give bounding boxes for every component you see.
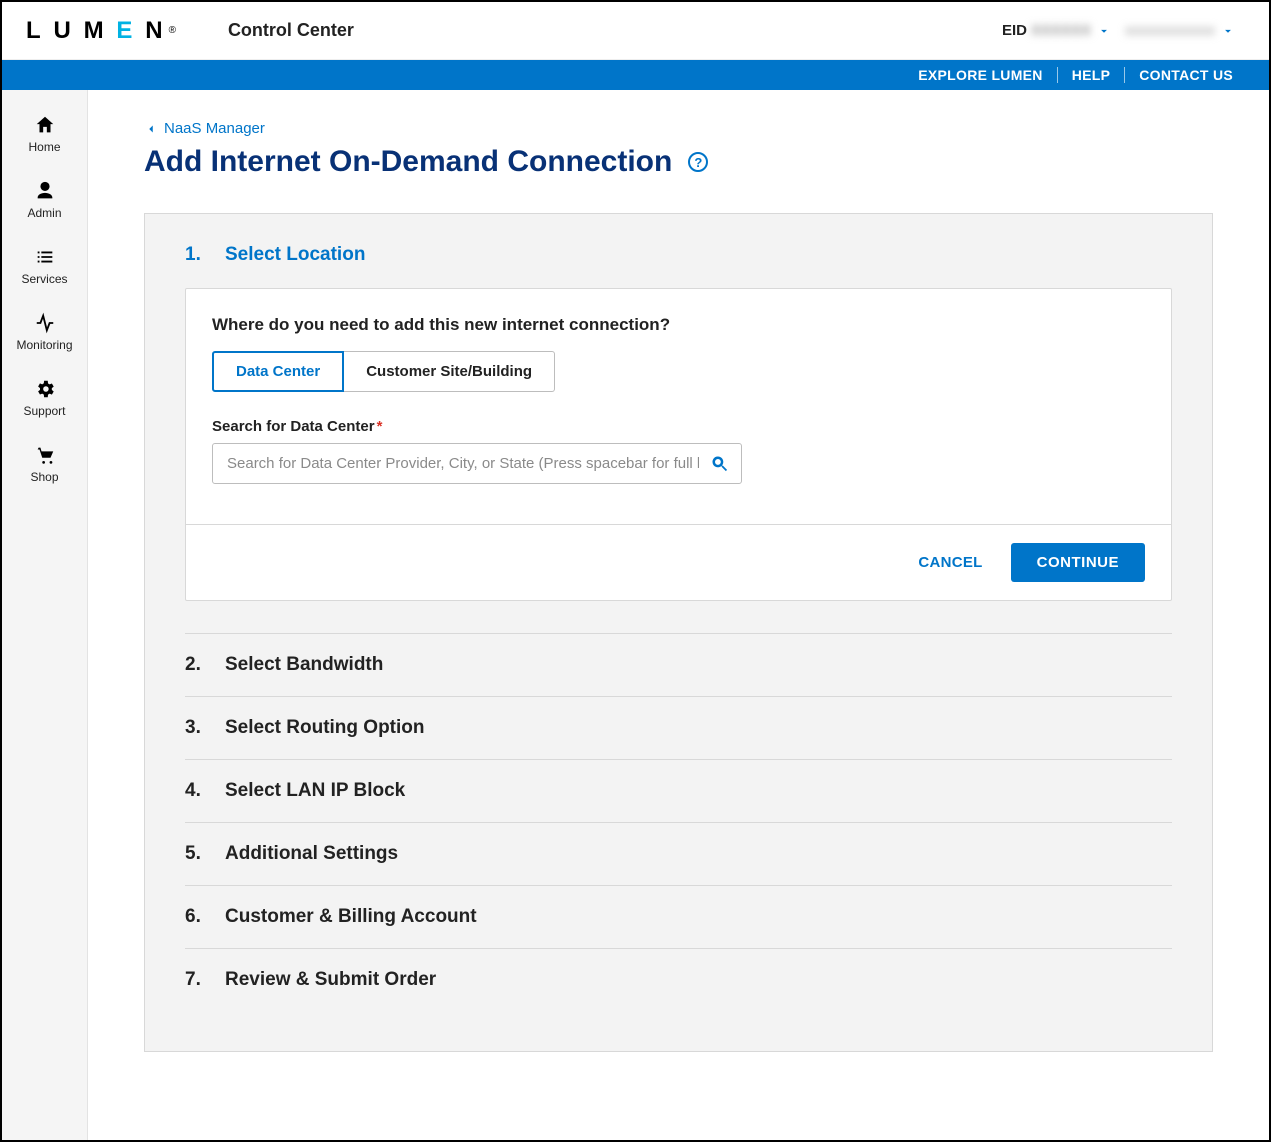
step-header-4[interactable]: 4. Select LAN IP Block: [185, 759, 1172, 822]
step-number: 3.: [185, 717, 225, 739]
step-1-body: Where do you need to add this new intern…: [185, 288, 1172, 601]
sidebar-item-label: Services: [21, 272, 67, 286]
step-number: 6.: [185, 906, 225, 928]
step-header-3[interactable]: 3. Select Routing Option: [185, 696, 1172, 759]
required-indicator: *: [377, 418, 383, 435]
breadcrumb-back[interactable]: NaaS Manager: [144, 120, 1213, 137]
sidebar-item-label: Admin: [27, 206, 61, 220]
eid-label: EID: [1002, 22, 1027, 39]
sidebar-item-label: Home: [28, 140, 60, 154]
step-number: 1.: [185, 244, 225, 266]
page-title: Add Internet On-Demand Connection: [144, 145, 672, 179]
contact-link[interactable]: CONTACT US: [1125, 67, 1247, 83]
breadcrumb-label: NaaS Manager: [164, 120, 265, 137]
main-content: NaaS Manager Add Internet On-Demand Conn…: [88, 90, 1269, 1140]
sidebar-item-home[interactable]: Home: [2, 104, 87, 170]
step-header-7[interactable]: 7. Review & Submit Order: [185, 948, 1172, 1011]
chevron-left-icon: [144, 122, 158, 136]
location-type-toggle: Data Center Customer Site/Building: [212, 351, 555, 392]
search-icon[interactable]: [710, 454, 730, 474]
wizard-container: 1. Select Location Where do you need to …: [144, 213, 1213, 1052]
home-icon: [34, 114, 56, 136]
support-icon: [34, 378, 56, 400]
brand-logo[interactable]: L U M E N®: [26, 17, 180, 45]
account-dropdown[interactable]: xxxxxxxxxxxx: [1121, 22, 1245, 39]
list-icon: [34, 246, 56, 268]
help-icon[interactable]: ?: [688, 152, 708, 172]
user-icon: [34, 180, 56, 202]
step-header-1: 1. Select Location: [185, 244, 1172, 266]
step-title: Customer & Billing Account: [225, 906, 477, 928]
eid-value: XXXXXX: [1031, 22, 1091, 39]
sidebar-item-label: Support: [23, 404, 65, 418]
sidebar-item-label: Shop: [30, 470, 58, 484]
step-number: 4.: [185, 780, 225, 802]
step-1-footer: CANCEL CONTINUE: [186, 524, 1171, 600]
step-header-2[interactable]: 2. Select Bandwidth: [185, 633, 1172, 696]
eid-dropdown[interactable]: EID XXXXXX: [1002, 22, 1121, 39]
step-title: Select Location: [225, 244, 365, 266]
left-sidebar: Home Admin Services Monitoring Support S…: [2, 90, 88, 1140]
chevron-down-icon: [1097, 24, 1111, 38]
sidebar-item-shop[interactable]: Shop: [2, 434, 87, 500]
cart-icon: [34, 444, 56, 466]
location-question: Where do you need to add this new intern…: [212, 315, 1145, 335]
sidebar-item-support[interactable]: Support: [2, 368, 87, 434]
cancel-button[interactable]: CANCEL: [918, 554, 982, 571]
step-title: Additional Settings: [225, 843, 398, 865]
search-label: Search for Data Center*: [212, 418, 1145, 435]
sidebar-item-admin[interactable]: Admin: [2, 170, 87, 236]
help-link[interactable]: HELP: [1058, 67, 1125, 83]
step-number: 5.: [185, 843, 225, 865]
continue-button[interactable]: CONTINUE: [1011, 543, 1145, 582]
toggle-customer-site[interactable]: Customer Site/Building: [344, 351, 555, 392]
step-title: Review & Submit Order: [225, 969, 436, 991]
step-header-5[interactable]: 5. Additional Settings: [185, 822, 1172, 885]
toggle-data-center[interactable]: Data Center: [212, 351, 344, 392]
activity-icon: [34, 312, 56, 334]
step-header-6[interactable]: 6. Customer & Billing Account: [185, 885, 1172, 948]
sidebar-item-services[interactable]: Services: [2, 236, 87, 302]
product-name: Control Center: [228, 20, 354, 41]
step-title: Select LAN IP Block: [225, 780, 405, 802]
sidebar-item-label: Monitoring: [16, 338, 72, 352]
step-number: 2.: [185, 654, 225, 676]
top-header: L U M E N® Control Center EID XXXXXX xxx…: [2, 2, 1269, 60]
step-title: Select Routing Option: [225, 717, 425, 739]
step-number: 7.: [185, 969, 225, 991]
account-name: xxxxxxxxxxxx: [1125, 22, 1215, 39]
sidebar-item-monitoring[interactable]: Monitoring: [2, 302, 87, 368]
secondary-nav-bar: EXPLORE LUMEN HELP CONTACT US: [2, 60, 1269, 90]
explore-link[interactable]: EXPLORE LUMEN: [904, 67, 1056, 83]
data-center-search-input[interactable]: [212, 443, 742, 484]
step-title: Select Bandwidth: [225, 654, 383, 676]
chevron-down-icon: [1221, 24, 1235, 38]
